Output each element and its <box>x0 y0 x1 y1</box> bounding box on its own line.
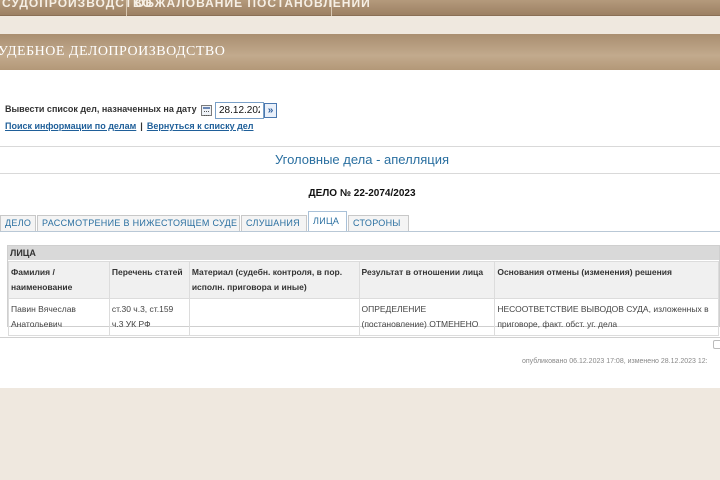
top-navigation: СУДОПРОИЗВОДСТВО ОБЖАЛОВАНИЕ ПОСТАНОВЛЕН… <box>0 0 720 16</box>
divider <box>0 173 720 174</box>
header-spacer <box>0 16 720 36</box>
banner-title: УДЕБНОЕ ДЕЛОПРОИЗВОДСТВО <box>0 44 226 59</box>
column-header: Фамилия / наименование <box>8 261 110 299</box>
main-content: Вывести список дел, назначенных на дату … <box>0 70 720 388</box>
person-reasons: НЕСООТВЕТСТВИЕ ВЫВОДОВ СУДА, изложенных … <box>494 298 719 336</box>
print-icon[interactable] <box>713 340 720 349</box>
publication-info: опубликовано 06.12.2023 17:08, изменено … <box>522 358 708 365</box>
date-input[interactable] <box>215 102 264 119</box>
table-header-row: Фамилия / наименование Перечень статей М… <box>8 261 719 299</box>
tab-case[interactable]: ДЕЛО <box>0 215 36 231</box>
tab-lower-court[interactable]: РАССМОТРЕНИЕ В НИЖЕСТОЯЩЕМ СУДЕ <box>37 215 240 231</box>
column-header: Основания отмены (изменения) решения <box>494 261 719 299</box>
tab-hearings[interactable]: СЛУШАНИЯ <box>241 215 307 231</box>
person-articles: ст.30 ч.3, ст.159 ч.3 УК РФ <box>108 298 190 336</box>
table-row: Павин Вячеслав Анатольевич ст.30 ч.3, ст… <box>8 298 719 336</box>
calendar-icon[interactable] <box>201 105 212 116</box>
divider <box>0 146 720 147</box>
panel-heading: ЛИЦА <box>8 246 719 260</box>
persons-table: Фамилия / наименование Перечень статей М… <box>8 261 719 336</box>
show-cases-button[interactable]: » <box>264 103 277 118</box>
column-header: Результат в отношении лица <box>358 261 496 299</box>
case-number: ДЕЛО № 22-2074/2023 <box>308 188 416 199</box>
section-title: Уголовные дела - апелляция <box>274 152 450 167</box>
tab-parties[interactable]: СТОРОНЫ <box>348 215 409 231</box>
footer-divider <box>0 337 720 338</box>
tab-persons[interactable]: ЛИЦА <box>308 211 347 231</box>
tab-underline <box>0 231 720 232</box>
persons-panel: ЛИЦА Фамилия / наименование Перечень ста… <box>7 245 720 336</box>
person-material <box>188 298 360 336</box>
link-separator: | <box>140 121 143 131</box>
person-result: ОПРЕДЕЛЕНИЕ (постановление) ОТМЕНЕНО <box>358 298 496 336</box>
page-banner: УДЕБНОЕ ДЕЛОПРОИЗВОДСТВО <box>0 34 720 70</box>
column-header: Перечень статей <box>108 261 190 299</box>
nav-item-appeals[interactable]: ОБЖАЛОВАНИЕ ПОСТАНОВЛЕНИЙ <box>127 0 370 16</box>
nav-item-proceedings[interactable]: СУДОПРОИЗВОДСТВО <box>0 0 152 16</box>
column-header: Материал (судебн. контроля, в пор. испол… <box>188 261 360 299</box>
date-search-label: Вывести список дел, назначенных на дату <box>5 104 197 114</box>
person-name: Павин Вячеслав Анатольевич <box>8 298 110 336</box>
search-cases-link[interactable]: Поиск информации по делам <box>5 121 136 131</box>
case-links: Поиск информации по делам | Вернуться к сп… <box>5 121 254 131</box>
back-to-list-link[interactable]: Вернуться к списку дел <box>147 121 254 131</box>
